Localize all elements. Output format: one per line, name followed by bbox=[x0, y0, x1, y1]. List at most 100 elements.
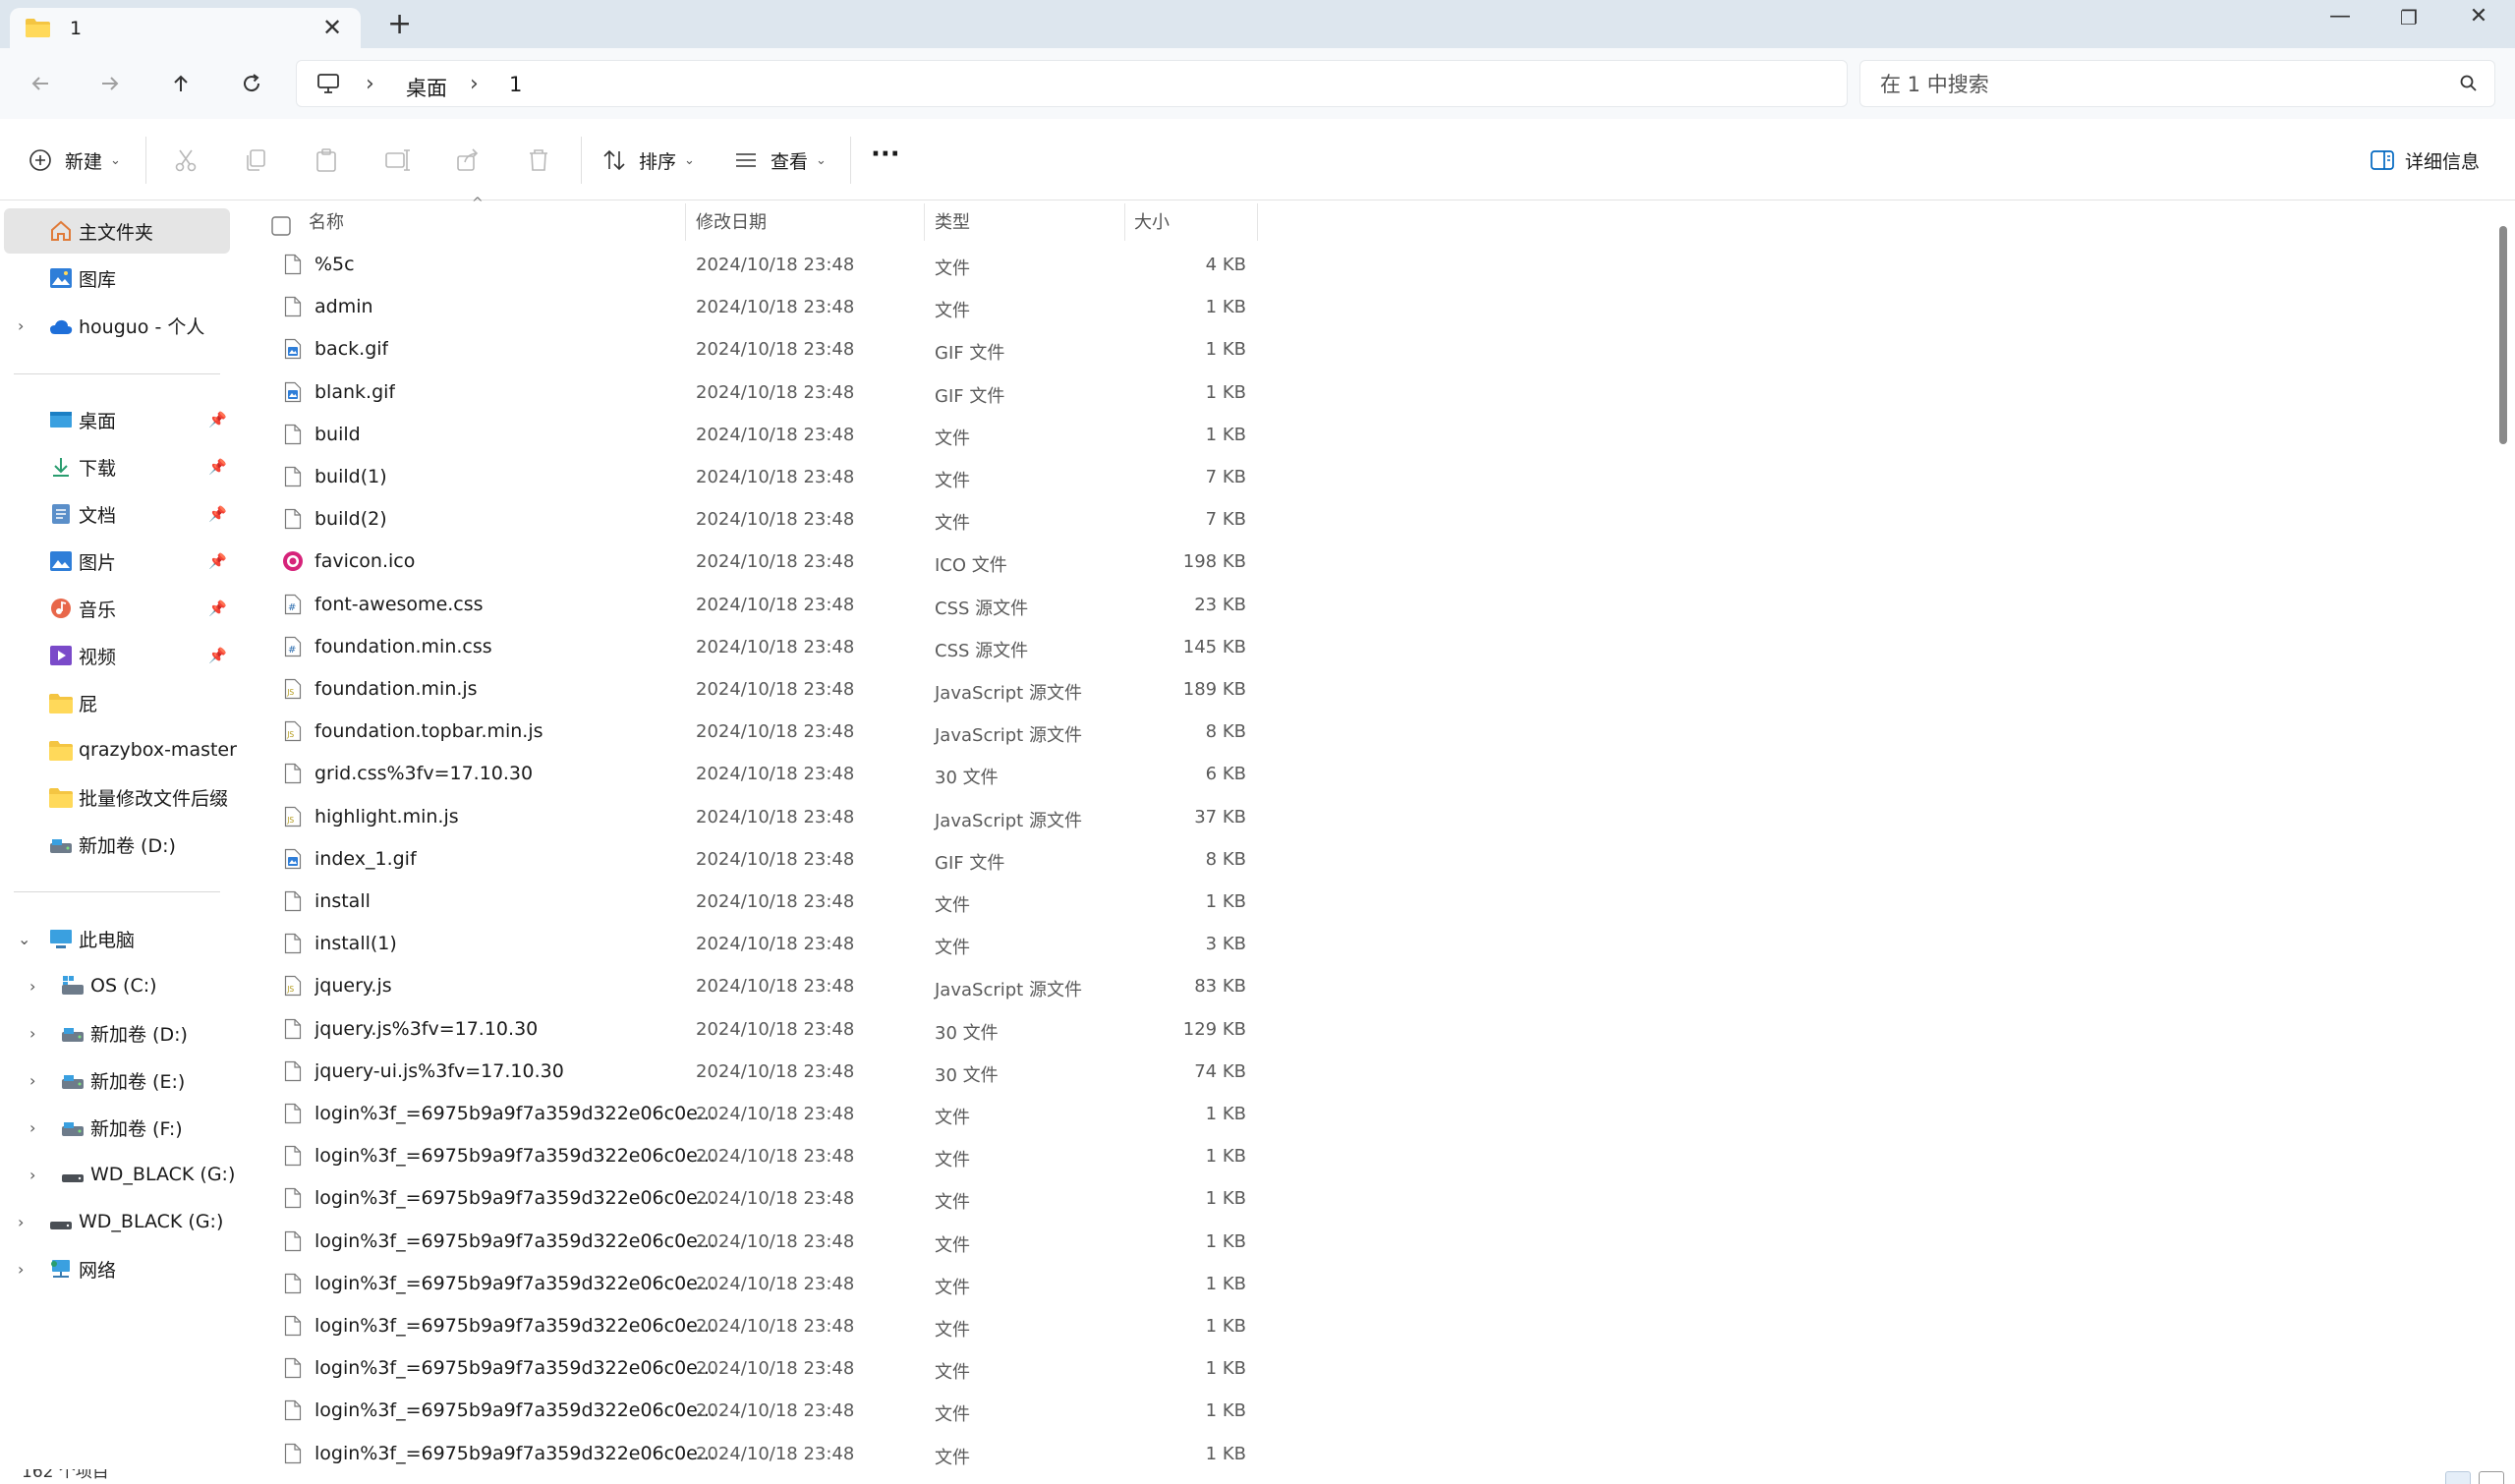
refresh-button[interactable] bbox=[232, 64, 271, 103]
chevron-right-icon[interactable]: › bbox=[29, 1024, 35, 1043]
sidebar-item-pictures[interactable]: 图片 📌 bbox=[0, 539, 230, 584]
sidebar-item-documents[interactable]: 文档 📌 bbox=[0, 491, 230, 537]
column-divider[interactable] bbox=[924, 203, 925, 241]
up-button[interactable] bbox=[161, 64, 200, 103]
table-row[interactable]: build(2) 2024/10/18 23:48 文件 7 KB bbox=[236, 498, 1258, 541]
table-row[interactable]: login%3f_=6975b9a9f7a359d322e06c0e... 202… bbox=[236, 1263, 1258, 1305]
details-view-button[interactable] bbox=[2445, 1471, 2471, 1484]
table-row[interactable]: index_1.gif 2024/10/18 23:48 GIF 文件 8 KB bbox=[236, 838, 1258, 881]
table-row[interactable]: JS foundation.min.js 2024/10/18 23:48 JavaS… bbox=[236, 668, 1258, 711]
copy-button[interactable] bbox=[242, 146, 269, 174]
chevron-down-icon[interactable]: ⌄ bbox=[18, 930, 30, 948]
table-row[interactable]: JS foundation.topbar.min.js 2024/10/18 23:… bbox=[236, 711, 1258, 753]
new-tab-button[interactable]: + bbox=[387, 7, 412, 41]
table-row[interactable]: jquery.js%3fv=17.10.30 2024/10/18 23:48 30… bbox=[236, 1008, 1258, 1051]
table-row[interactable]: favicon.ico 2024/10/18 23:48 ICO 文件 198 KB bbox=[236, 541, 1258, 583]
chevron-right-icon[interactable]: › bbox=[18, 1213, 24, 1231]
share-button[interactable] bbox=[454, 146, 482, 174]
table-row[interactable]: login%3f_=6975b9a9f7a359d322e06c0e... 202… bbox=[236, 1093, 1258, 1135]
column-header-size[interactable]: 大小 bbox=[1134, 201, 1170, 241]
table-row[interactable]: JS highlight.min.js 2024/10/18 23:48 JavaSc… bbox=[236, 796, 1258, 838]
breadcrumb-folder[interactable]: 1 bbox=[509, 73, 522, 96]
paste-button[interactable] bbox=[313, 146, 340, 174]
chevron-right-icon[interactable]: › bbox=[29, 1071, 35, 1090]
chevron-right-icon[interactable]: › bbox=[29, 1166, 35, 1184]
vertical-scrollbar[interactable] bbox=[2494, 201, 2515, 1469]
pin-icon[interactable]: 📌 bbox=[208, 411, 227, 428]
table-row[interactable]: login%3f_=6975b9a9f7a359d322e06c0e... 202… bbox=[236, 1221, 1258, 1263]
sidebar-item-wd-black[interactable]: › WD_BLACK (G:) bbox=[0, 1199, 230, 1244]
sidebar-item-folder-pi[interactable]: 屁 bbox=[0, 680, 230, 725]
rename-button[interactable] bbox=[383, 146, 411, 174]
table-row[interactable]: login%3f_=6975b9a9f7a359d322e06c0e... 202… bbox=[236, 1135, 1258, 1177]
sidebar-item-music[interactable]: 音乐 📌 bbox=[0, 586, 230, 631]
table-row[interactable]: admin 2024/10/18 23:48 文件 1 KB bbox=[236, 286, 1258, 328]
pin-icon[interactable]: 📌 bbox=[208, 647, 227, 664]
table-row[interactable]: blank.gif 2024/10/18 23:48 GIF 文件 1 KB bbox=[236, 371, 1258, 414]
table-row[interactable]: build(1) 2024/10/18 23:48 文件 7 KB bbox=[236, 456, 1258, 498]
sidebar-item-desktop[interactable]: 桌面 📌 bbox=[0, 397, 230, 442]
column-divider[interactable] bbox=[685, 203, 686, 241]
column-header-date[interactable]: 修改日期 bbox=[696, 201, 767, 241]
close-tab-icon[interactable]: ✕ bbox=[322, 14, 342, 41]
minimize-button[interactable]: — bbox=[2315, 4, 2365, 29]
sidebar-item-videos[interactable]: 视频 📌 bbox=[0, 633, 230, 678]
sidebar-item-downloads[interactable]: 下载 📌 bbox=[0, 444, 230, 489]
table-row[interactable]: jquery-ui.js%3fv=17.10.30 2024/10/18 23:4… bbox=[236, 1051, 1258, 1093]
pin-icon[interactable]: 📌 bbox=[208, 599, 227, 617]
sort-button[interactable]: 排序 ⌄ bbox=[601, 144, 695, 176]
select-all-checkbox[interactable] bbox=[271, 206, 291, 246]
sidebar-item-home[interactable]: 主文件夹 bbox=[4, 208, 230, 254]
new-button[interactable]: 新建 ⌄ bbox=[28, 144, 121, 176]
column-header-type[interactable]: 类型 bbox=[935, 201, 970, 241]
address-bar[interactable]: › 桌面 › 1 bbox=[296, 60, 1848, 107]
sidebar-item-drive-d-quick[interactable]: 新加卷 (D:) bbox=[0, 822, 230, 867]
view-button[interactable]: 查看 ⌄ bbox=[733, 144, 827, 176]
table-row[interactable]: JS jquery.js 2024/10/18 23:48 JavaScript 源文… bbox=[236, 965, 1258, 1007]
back-button[interactable] bbox=[21, 64, 60, 103]
table-row[interactable]: login%3f_=6975b9a9f7a359d322e06c0e... 202… bbox=[236, 1347, 1258, 1390]
table-row[interactable]: back.gif 2024/10/18 23:48 GIF 文件 1 KB bbox=[236, 328, 1258, 371]
table-row[interactable]: login%3f_=6975b9a9f7a359d322e06c0e... 202… bbox=[236, 1390, 1258, 1432]
chevron-right-icon[interactable]: › bbox=[29, 1118, 35, 1137]
sidebar-item-onedrive[interactable]: › houguo - 个人 bbox=[0, 303, 230, 348]
pin-icon[interactable]: 📌 bbox=[208, 552, 227, 570]
sidebar-item-drive-e[interactable]: › 新加卷 (E:) bbox=[0, 1057, 230, 1103]
sidebar-item-drive-f[interactable]: › 新加卷 (F:) bbox=[0, 1105, 230, 1150]
pin-icon[interactable]: 📌 bbox=[208, 458, 227, 476]
table-row[interactable]: build 2024/10/18 23:48 文件 1 KB bbox=[236, 414, 1258, 456]
close-window-button[interactable]: ✕ bbox=[2454, 4, 2503, 29]
sidebar-item-gallery[interactable]: 图库 bbox=[0, 256, 230, 301]
table-row[interactable]: install 2024/10/18 23:48 文件 1 KB bbox=[236, 881, 1258, 923]
sidebar-item-this-pc[interactable]: ⌄ 此电脑 bbox=[0, 916, 230, 961]
cut-button[interactable] bbox=[172, 146, 200, 174]
table-row[interactable]: login%3f_=6975b9a9f7a359d322e06c0e... 202… bbox=[236, 1305, 1258, 1347]
tab-1[interactable]: 1 ✕ bbox=[10, 8, 361, 48]
chevron-right-icon[interactable]: › bbox=[29, 977, 35, 996]
sidebar-item-drive-d[interactable]: › 新加卷 (D:) bbox=[0, 1010, 230, 1056]
sidebar-item-drive-c[interactable]: › OS (C:) bbox=[0, 963, 230, 1008]
column-header-name[interactable]: 名称 bbox=[309, 201, 344, 241]
sidebar-item-qrazybox[interactable]: qrazybox-master bbox=[0, 727, 237, 772]
search-input[interactable] bbox=[1880, 70, 2430, 99]
tiles-view-button[interactable] bbox=[2479, 1471, 2504, 1484]
column-divider[interactable] bbox=[1257, 203, 1258, 241]
delete-button[interactable] bbox=[525, 146, 552, 174]
sidebar-item-drive-g[interactable]: › WD_BLACK (G:) bbox=[0, 1152, 235, 1197]
breadcrumb-desktop[interactable]: 桌面 bbox=[406, 73, 447, 102]
pin-icon[interactable]: 📌 bbox=[208, 505, 227, 523]
chevron-right-icon[interactable]: › bbox=[18, 316, 24, 335]
scrollbar-thumb[interactable] bbox=[2499, 226, 2507, 444]
table-row[interactable]: # foundation.min.css 2024/10/18 23:48 CSS 源… bbox=[236, 626, 1258, 668]
sidebar-item-batch-rename[interactable]: 批量修改文件后缀 bbox=[0, 774, 230, 820]
table-row[interactable]: grid.css%3fv=17.10.30 2024/10/18 23:48 30 … bbox=[236, 753, 1258, 795]
column-divider[interactable] bbox=[1124, 203, 1125, 241]
table-row[interactable]: # font-awesome.css 2024/10/18 23:48 CSS 源文件… bbox=[236, 584, 1258, 626]
chevron-right-icon[interactable]: › bbox=[18, 1260, 24, 1279]
table-row[interactable]: login%3f_=6975b9a9f7a359d322e06c0e... 202… bbox=[236, 1177, 1258, 1220]
sidebar-item-network[interactable]: › 网络 bbox=[0, 1246, 230, 1291]
details-pane-button[interactable]: 详细信息 bbox=[2370, 144, 2480, 176]
table-row[interactable]: install(1) 2024/10/18 23:48 文件 3 KB bbox=[236, 923, 1258, 965]
restore-button[interactable]: ❐ bbox=[2384, 6, 2433, 29]
forward-button[interactable] bbox=[90, 64, 130, 103]
